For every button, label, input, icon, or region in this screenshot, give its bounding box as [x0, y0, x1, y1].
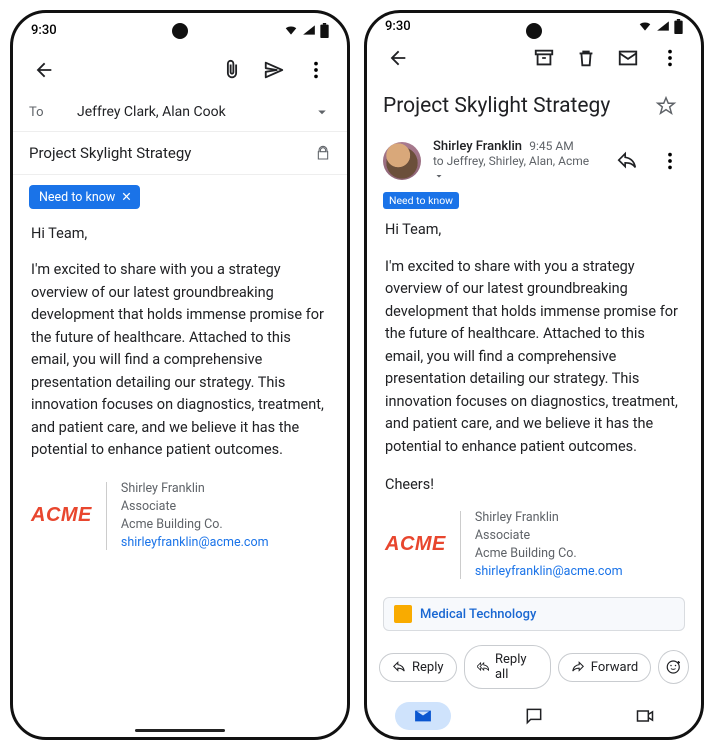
- to-recipients: Jeffrey Clark, Alan Cook: [77, 104, 295, 120]
- acme-logo: ACME: [31, 504, 92, 527]
- reply-button[interactable]: Reply: [379, 653, 457, 682]
- reader-body: Hi Team, I'm excited to share with you a…: [367, 209, 701, 500]
- star-icon[interactable]: [647, 87, 685, 125]
- signature-block: ACME Shirley Franklin Associate Acme Bui…: [367, 501, 701, 590]
- slides-file-icon: [394, 605, 412, 623]
- recipients-line[interactable]: to Jeffrey, Shirley, Alan, Acme: [433, 154, 599, 182]
- overflow-icon[interactable]: [655, 146, 685, 176]
- sender-name: Shirley Franklin: [433, 139, 522, 154]
- to-label: To: [29, 105, 59, 120]
- mail-filled-icon: [413, 706, 433, 726]
- nav-mail[interactable]: [395, 702, 451, 730]
- back-icon[interactable]: [379, 39, 417, 77]
- body-paragraph: I'm excited to share with you a strategy…: [385, 256, 683, 458]
- status-time: 9:30: [31, 23, 57, 38]
- signal-icon: [656, 19, 670, 33]
- subject-header: Project Skylight Strategy: [367, 77, 701, 131]
- status-bar: 9:30: [367, 13, 701, 39]
- subject-field[interactable]: Project Skylight Strategy: [13, 132, 347, 175]
- status-time: 9:30: [385, 19, 411, 34]
- reader-toolbar: [367, 39, 701, 77]
- forward-button[interactable]: Forward: [558, 653, 651, 682]
- reply-all-button[interactable]: Reply all: [464, 645, 551, 689]
- phone-compose: 9:30 To Jeffrey Clark, Alan Cook Project…: [10, 10, 350, 740]
- forward-icon: [571, 660, 585, 674]
- send-icon[interactable]: [255, 51, 293, 89]
- reply-all-icon: [477, 660, 489, 674]
- archive-icon[interactable]: [525, 39, 563, 77]
- avatar[interactable]: [383, 142, 421, 180]
- attach-icon[interactable]: [213, 51, 251, 89]
- subject-text: Project Skylight Strategy: [29, 144, 315, 162]
- status-icons: [284, 23, 329, 38]
- acme-logo: ACME: [385, 533, 446, 556]
- wifi-icon: [284, 23, 298, 37]
- wifi-icon: [638, 19, 652, 33]
- sig-email[interactable]: shirleyfranklin@acme.com: [475, 564, 623, 579]
- signal-icon: [302, 23, 316, 37]
- phone-reader: 9:30 Project Skylight Strategy: [364, 10, 704, 740]
- chat-icon: [524, 706, 544, 726]
- sig-name: Shirley Franklin: [475, 509, 623, 527]
- label-text: Need to know: [39, 190, 115, 205]
- sig-role: Associate: [121, 498, 269, 516]
- to-field[interactable]: To Jeffrey Clark, Alan Cook: [13, 93, 347, 132]
- label-chip[interactable]: Need to know: [383, 192, 459, 209]
- video-icon: [635, 706, 655, 726]
- sender-time: 9:45 AM: [529, 139, 573, 153]
- overflow-icon[interactable]: [651, 39, 689, 77]
- close-icon[interactable]: ✕: [121, 189, 131, 205]
- overflow-icon[interactable]: [297, 51, 335, 89]
- signature-block: ACME Shirley Franklin Associate Acme Bui…: [13, 472, 347, 561]
- attachment-card[interactable]: Medical Technology: [383, 597, 685, 631]
- back-icon[interactable]: [25, 51, 63, 89]
- attachment-name: Medical Technology: [420, 607, 536, 622]
- compose-body[interactable]: Hi Team, I'm excited to share with you a…: [13, 209, 347, 466]
- chevron-down-icon: [433, 170, 445, 182]
- battery-icon: [320, 23, 329, 38]
- lock-icon: [315, 145, 331, 161]
- battery-icon: [674, 19, 683, 34]
- home-indicator: [135, 729, 225, 732]
- sig-company: Acme Building Co.: [475, 545, 623, 563]
- signoff: Cheers!: [385, 474, 683, 496]
- nav-meet[interactable]: [617, 702, 673, 730]
- camera-punchhole: [172, 23, 188, 39]
- sender-row: Shirley Franklin 9:45 AM to Jeffrey, Shi…: [367, 131, 701, 186]
- mail-icon[interactable]: [609, 39, 647, 77]
- greeting: Hi Team,: [31, 223, 329, 245]
- sig-company: Acme Building Co.: [121, 516, 269, 534]
- chevron-down-icon[interactable]: [313, 103, 331, 121]
- sig-role: Associate: [475, 527, 623, 545]
- sig-email[interactable]: shirleyfranklin@acme.com: [121, 535, 269, 550]
- emoji-reaction-button[interactable]: [658, 650, 689, 684]
- greeting: Hi Team,: [385, 219, 683, 241]
- reply-icon[interactable]: [611, 145, 643, 177]
- subject-text: Project Skylight Strategy: [383, 94, 647, 118]
- reply-icon: [392, 660, 406, 674]
- status-bar: 9:30: [13, 13, 347, 47]
- reply-actions: Reply Reply all Forward: [367, 639, 701, 695]
- compose-toolbar: [13, 47, 347, 93]
- trash-icon[interactable]: [567, 39, 605, 77]
- status-icons: [638, 19, 683, 34]
- label-chip[interactable]: Need to know ✕: [29, 185, 140, 209]
- smile-plus-icon: [665, 658, 683, 676]
- camera-punchhole: [526, 23, 542, 39]
- bottom-nav: [367, 695, 701, 737]
- nav-chat[interactable]: [506, 702, 562, 730]
- body-paragraph: I'm excited to share with you a strategy…: [31, 259, 329, 461]
- sig-name: Shirley Franklin: [121, 480, 269, 498]
